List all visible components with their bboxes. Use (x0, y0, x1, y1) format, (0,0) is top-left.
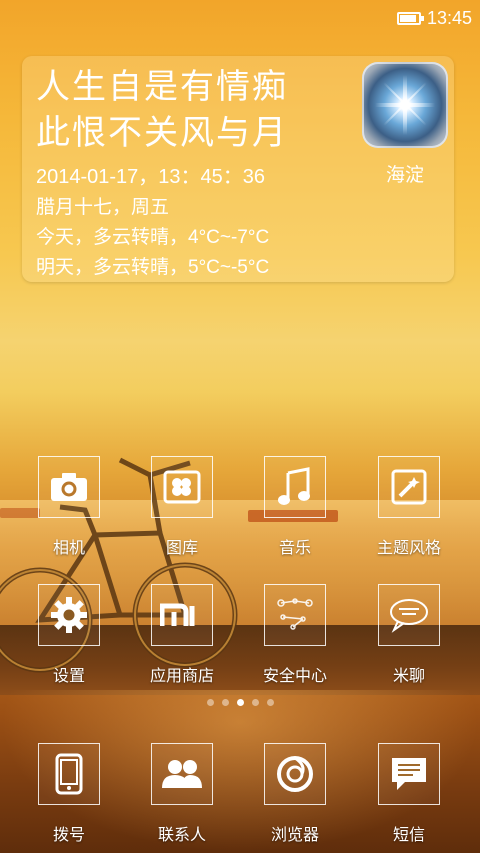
widget-datetime: 2014-01-17，13：45：36 (36, 166, 266, 188)
widget-weather-tomorrow: 明天，多云转晴，5°C~-5°C (36, 257, 270, 278)
app-label: 浏览器 (270, 825, 319, 844)
poem-text: 人生自是有情痴 此恨不关风与月 (36, 64, 288, 156)
theme-icon (378, 456, 440, 518)
app-music[interactable]: 音乐 (240, 456, 350, 558)
dock-phone[interactable]: 拨号 (14, 743, 124, 845)
page-indicator[interactable] (0, 699, 480, 706)
app-security[interactable]: 安全中心 (240, 584, 350, 686)
widget-lunar-date: 腊月十七，周五 (36, 197, 170, 218)
app-label: 短信 (392, 825, 425, 844)
miliao-icon (378, 584, 440, 646)
browser-icon (264, 743, 326, 805)
weather-city: 海淀 (385, 164, 424, 186)
app-label: 米聊 (392, 666, 425, 685)
app-themes[interactable]: 主题风格 (354, 456, 464, 558)
status-time: 13:45 (426, 7, 472, 28)
app-label: 安全中心 (262, 666, 327, 685)
phone-icon (38, 743, 100, 805)
app-store[interactable]: 应用商店 (127, 584, 237, 686)
dock-messages[interactable]: 短信 (354, 743, 464, 845)
security-icon (264, 584, 326, 646)
dock-browser[interactable]: 浏览器 (240, 743, 350, 845)
poem-line-2: 此恨不关风与月 (36, 113, 288, 153)
camera-icon (38, 456, 100, 518)
page-dot[interactable] (251, 699, 259, 706)
poem-line-1: 人生自是有情痴 (36, 67, 288, 107)
app-label: 图库 (165, 538, 198, 557)
app-camera[interactable]: 相机 (14, 456, 124, 558)
mi-store-icon (151, 584, 213, 646)
app-label: 拨号 (52, 825, 85, 844)
app-label: 应用商店 (149, 666, 214, 685)
widget-weather-today: 今天，多云转晴，4°C~-7°C (36, 227, 270, 248)
contacts-icon (151, 743, 213, 805)
battery-icon (396, 11, 424, 25)
app-label: 音乐 (278, 538, 311, 557)
app-label: 相机 (52, 538, 85, 557)
gallery-icon (151, 456, 213, 518)
status-bar: 13:45 (0, 0, 480, 36)
app-gallery[interactable]: 图库 (127, 456, 237, 558)
app-label: 设置 (52, 666, 85, 685)
app-miliao[interactable]: 米聊 (354, 584, 464, 686)
page-dot-active[interactable] (236, 699, 244, 706)
page-dot[interactable] (221, 699, 229, 706)
app-label: 联系人 (157, 825, 206, 844)
sun-flare-icon[interactable] (362, 62, 448, 148)
gear-icon (38, 584, 100, 646)
message-icon (378, 743, 440, 805)
music-icon (264, 456, 326, 518)
clock-weather-widget[interactable]: 人生自是有情痴 此恨不关风与月 2014-01-17，13：45：36 腊月十七… (22, 56, 454, 282)
page-dot[interactable] (266, 699, 274, 706)
app-label: 主题风格 (376, 538, 441, 557)
app-settings[interactable]: 设置 (14, 584, 124, 686)
page-dot[interactable] (206, 699, 214, 706)
dock-contacts[interactable]: 联系人 (127, 743, 237, 845)
